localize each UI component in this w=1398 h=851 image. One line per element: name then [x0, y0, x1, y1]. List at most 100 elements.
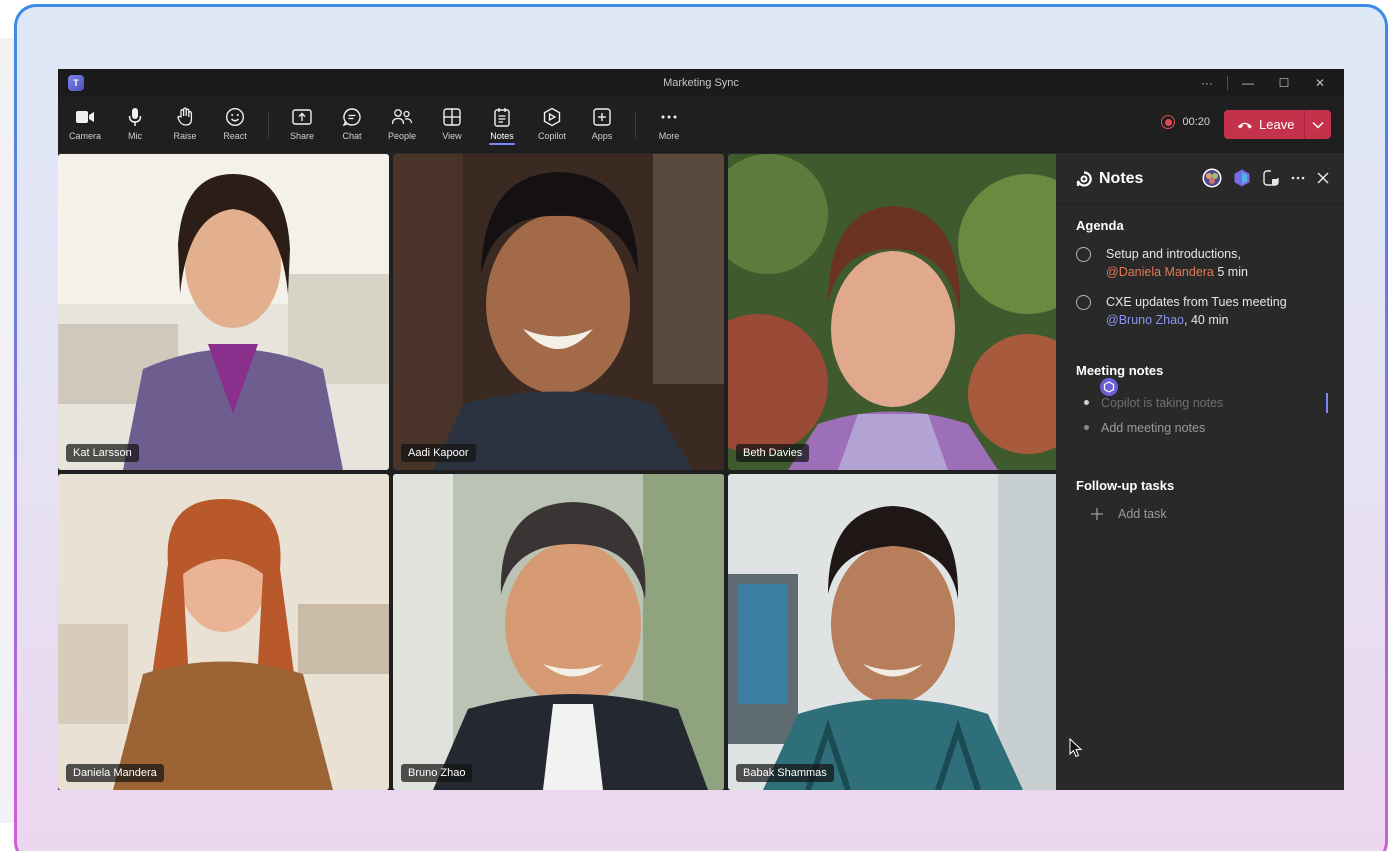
- minimize-button[interactable]: —: [1230, 69, 1266, 97]
- agenda-item-text: Setup and introductions,: [1106, 247, 1241, 261]
- window-controls: ··· — ☐ ✕: [1189, 69, 1338, 97]
- chat-label: Chat: [342, 131, 362, 141]
- people-button[interactable]: People: [377, 97, 427, 154]
- smiley-icon: [225, 107, 245, 127]
- grid-icon: [442, 107, 462, 127]
- agenda-duration: , 40 min: [1184, 313, 1229, 327]
- text-caret: [1326, 393, 1328, 413]
- loop-icon: [1076, 170, 1092, 187]
- close-window-button[interactable]: ✕: [1302, 69, 1338, 97]
- raise-hand-button[interactable]: Raise: [160, 97, 210, 154]
- add-task-label: Add task: [1118, 507, 1167, 521]
- notes-header: Notes: [1056, 154, 1344, 204]
- raise-label: Raise: [173, 131, 197, 141]
- bullet-dot: [1084, 400, 1089, 405]
- window-controls-divider: [1227, 76, 1228, 90]
- copilot-notes-row[interactable]: Copilot is taking notes: [1076, 378, 1328, 415]
- video-tile[interactable]: Beth Davies: [728, 154, 1059, 470]
- meeting-notes-section: Meeting notes Copilot is taking notes Ad…: [1076, 363, 1328, 440]
- plus-icon: [1091, 508, 1103, 520]
- agenda-checkbox[interactable]: [1076, 247, 1091, 262]
- participant-video: [728, 154, 1059, 470]
- camera-button[interactable]: Camera: [60, 97, 110, 154]
- agenda-text: CXE updates from Tues meeting @Bruno Zha…: [1106, 293, 1287, 329]
- mic-label: Mic: [128, 131, 142, 141]
- video-tile[interactable]: Babak Shammas: [728, 474, 1059, 790]
- copilot-label: Copilot: [537, 131, 566, 141]
- collaborators-icon[interactable]: [1202, 168, 1222, 188]
- leave-options-button[interactable]: [1305, 110, 1331, 139]
- bullet-dot: [1084, 425, 1089, 430]
- ellipsis-icon: [659, 107, 679, 127]
- left-margin-strip: [0, 38, 14, 823]
- mouse-pointer-icon: [1069, 738, 1083, 758]
- more-options-icon[interactable]: [1290, 170, 1306, 186]
- agenda-item: CXE updates from Tues meeting @Bruno Zha…: [1076, 293, 1326, 329]
- more-button[interactable]: More: [644, 97, 694, 154]
- react-button[interactable]: React: [210, 97, 260, 154]
- followup-section: Follow-up tasks Add task: [1076, 478, 1326, 521]
- copilot-status: Copilot is taking notes: [1101, 395, 1224, 410]
- copilot-icon[interactable]: [1232, 168, 1252, 188]
- chat-button[interactable]: Chat: [327, 97, 377, 154]
- participant-name: Kat Larsson: [66, 444, 139, 462]
- video-tile[interactable]: Kat Larsson: [58, 154, 389, 470]
- video-tile[interactable]: Daniela Mandera: [58, 474, 389, 790]
- view-button[interactable]: View: [427, 97, 477, 154]
- notes-icon: [493, 107, 511, 127]
- share-link-icon[interactable]: [1262, 169, 1280, 187]
- hand-icon: [176, 107, 194, 127]
- share-button[interactable]: Share: [277, 97, 327, 154]
- mic-button[interactable]: Mic: [110, 97, 160, 154]
- more-label: More: [658, 131, 680, 141]
- window-title: Marketing Sync: [663, 77, 739, 89]
- agenda-checkbox[interactable]: [1076, 295, 1091, 310]
- mic-icon: [127, 107, 143, 127]
- recording-time: 00:20: [1182, 116, 1210, 128]
- copilot-button[interactable]: Copilot: [527, 97, 577, 154]
- participant-video: [393, 154, 724, 470]
- participant-name: Beth Davies: [736, 444, 810, 462]
- window-more-button[interactable]: ···: [1189, 69, 1225, 97]
- meeting-notes-title: Meeting notes: [1076, 363, 1164, 378]
- notes-actions: [1202, 168, 1330, 188]
- video-tile[interactable]: Aadi Kapoor: [393, 154, 724, 470]
- participant-video: [393, 474, 724, 790]
- leave-label: Leave: [1259, 117, 1295, 132]
- notes-panel: Notes Agenda Setup and introductions, @D…: [1056, 154, 1344, 790]
- react-label: React: [223, 131, 247, 141]
- participant-name: Babak Shammas: [736, 764, 834, 782]
- recording-indicator: 00:20: [1161, 115, 1210, 129]
- video-tile[interactable]: Bruno Zhao: [393, 474, 724, 790]
- toolbar-divider: [635, 111, 636, 139]
- leave-button[interactable]: Leave: [1224, 110, 1304, 139]
- participant-video: [728, 474, 1059, 790]
- people-label: People: [387, 131, 417, 141]
- participant-name: Aadi Kapoor: [401, 444, 476, 462]
- add-notes-placeholder: Add meeting notes: [1101, 420, 1206, 435]
- participant-video: [58, 474, 389, 790]
- notes-label: Notes: [490, 131, 514, 141]
- apps-icon: [592, 107, 612, 127]
- share-icon: [292, 107, 312, 127]
- notes-button[interactable]: Notes: [477, 97, 527, 154]
- notes-body: Agenda Setup and introductions, @Daniela…: [1056, 204, 1344, 521]
- mention-link[interactable]: @Daniela Mandera: [1106, 265, 1214, 279]
- add-task-button[interactable]: Add task: [1076, 507, 1326, 521]
- mention-link[interactable]: @Bruno Zhao: [1106, 313, 1184, 327]
- maximize-button[interactable]: ☐: [1266, 69, 1302, 97]
- people-icon: [391, 107, 413, 127]
- apps-label: Apps: [591, 131, 613, 141]
- title-bar: T Marketing Sync ··· — ☐ ✕: [58, 69, 1344, 97]
- toolbar-divider: [268, 111, 269, 139]
- close-icon[interactable]: [1316, 171, 1330, 185]
- apps-button[interactable]: Apps: [577, 97, 627, 154]
- notes-title: Notes: [1099, 169, 1144, 187]
- copilot-icon: [542, 107, 562, 127]
- participant-name: Bruno Zhao: [401, 764, 473, 782]
- agenda-text: Setup and introductions, @Daniela Mander…: [1106, 245, 1248, 281]
- add-notes-row[interactable]: Add meeting notes: [1076, 415, 1326, 440]
- meeting-toolbar: Camera Mic Raise React Share Chat People…: [58, 97, 1344, 154]
- camera-label: Camera: [68, 131, 101, 141]
- video-grid: Kat Larsson Aadi Kapoor Beth Davies Dani…: [58, 154, 1059, 790]
